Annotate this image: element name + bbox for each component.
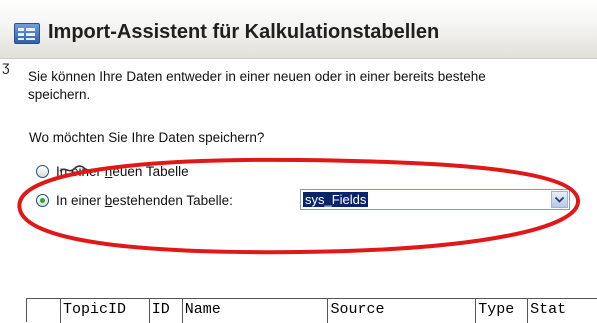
intro-line-1: Sie können Ihre Daten entweder in einer … xyxy=(28,69,486,84)
option-existing-table[interactable]: In einer bestehenden Tabelle: xyxy=(36,190,233,210)
grid-column-header xyxy=(27,299,61,323)
spreadsheet-icon xyxy=(14,23,40,44)
chevron-down-icon xyxy=(555,197,564,203)
table-select-dropdown-button[interactable] xyxy=(551,191,568,208)
question-label: Wo möchten Sie Ihre Daten speichern? xyxy=(29,130,265,145)
edge-mark: ʒ xyxy=(2,58,10,74)
grid-column-header: Source xyxy=(328,299,477,323)
radio-existing-table[interactable] xyxy=(36,193,49,207)
table-select-value: sys_Fields xyxy=(303,192,369,207)
option-new-table-label[interactable]: In einer neuen Tabelle xyxy=(56,164,189,179)
option-existing-table-label[interactable]: In einer bestehenden Tabelle: xyxy=(56,193,233,208)
radio-new-table[interactable] xyxy=(36,164,49,178)
grid-column-header: TopicID xyxy=(61,299,150,323)
grid-column-header: ID xyxy=(150,299,183,323)
preview-grid-header: TopicID ID Name Source Type Stat xyxy=(26,298,597,323)
intro-line-2: speichern. xyxy=(28,87,91,102)
table-select[interactable]: sys_Fields xyxy=(300,189,570,210)
window-title: Import-Assistent für Kalkulationstabelle… xyxy=(48,21,440,43)
option-new-table[interactable]: In einer neuen Tabelle xyxy=(36,161,189,181)
title-bar: Import-Assistent für Kalkulationstabelle… xyxy=(0,0,597,59)
grid-column-header: Name xyxy=(183,299,329,323)
grid-column-header: Stat xyxy=(530,301,567,318)
intro-text: Sie können Ihre Daten entweder in einer … xyxy=(28,68,597,104)
grid-column-header: Type xyxy=(476,299,529,323)
